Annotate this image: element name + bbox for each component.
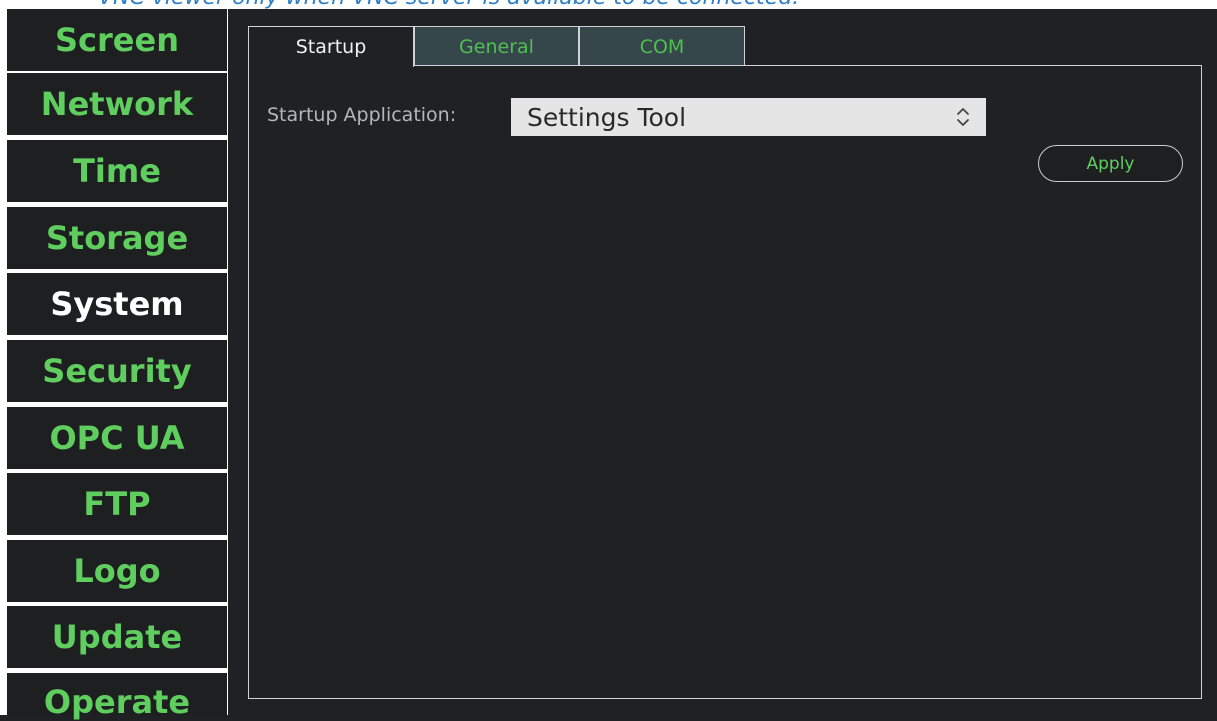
sidebar-item-time[interactable]: Time bbox=[7, 140, 227, 202]
sidebar-item-logo[interactable]: Logo bbox=[7, 540, 227, 602]
sidebar-item-ftp[interactable]: FTP bbox=[7, 473, 227, 535]
startup-application-value: Settings Tool bbox=[527, 102, 687, 132]
apply-button[interactable]: Apply bbox=[1038, 145, 1183, 182]
sidebar-item-storage[interactable]: Storage bbox=[7, 207, 227, 269]
sidebar-item-screen[interactable]: Screen bbox=[7, 9, 227, 71]
main-content: Startup General COM Startup Application:… bbox=[229, 9, 1217, 715]
sidebar: Screen Network Time Storage System Secur… bbox=[0, 9, 228, 721]
sidebar-item-system[interactable]: System bbox=[7, 273, 227, 335]
startup-application-select[interactable]: Settings Tool bbox=[511, 98, 986, 136]
chevron-up-down-icon bbox=[957, 108, 969, 126]
sidebar-item-update[interactable]: Update bbox=[7, 606, 227, 668]
startup-application-label: Startup Application: bbox=[267, 104, 457, 126]
sidebar-item-operate[interactable]: Operate bbox=[7, 673, 227, 721]
caption-text: VNC viewer only when VNC server is avail… bbox=[98, 0, 799, 9]
tab-general[interactable]: General bbox=[414, 26, 579, 66]
sidebar-item-security[interactable]: Security bbox=[7, 340, 227, 402]
tab-startup[interactable]: Startup bbox=[248, 26, 414, 67]
sidebar-item-network[interactable]: Network bbox=[7, 73, 227, 135]
caption-strip: VNC viewer only when VNC server is avail… bbox=[0, 0, 1217, 9]
sidebar-item-opc-ua[interactable]: OPC UA bbox=[7, 407, 227, 469]
tab-com[interactable]: COM bbox=[579, 26, 745, 66]
